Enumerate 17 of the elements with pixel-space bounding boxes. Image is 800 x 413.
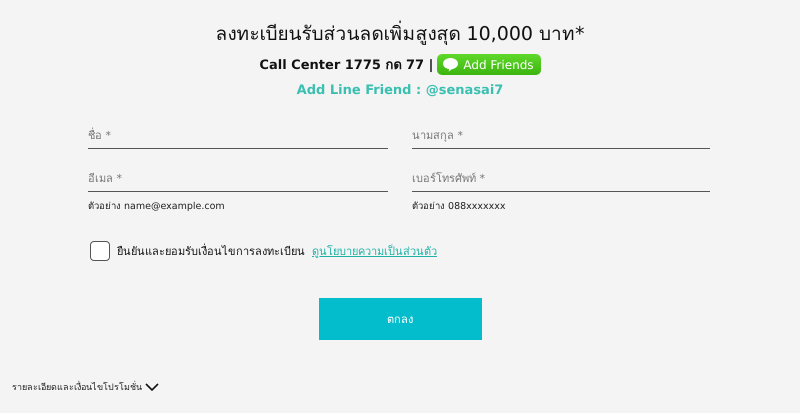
input-field[interactable]: ชื่อ * [88, 120, 388, 149]
line-friend-text: Add Line Friend : @senasai7 [296, 83, 504, 98]
privacy-link[interactable]: ดูนโยบายความเป็นส่วนตัว [312, 242, 437, 260]
terms-toggle[interactable]: รายละเอียดและเงื่อนไขโปรโมชั่น [12, 380, 142, 394]
call-center-text: Call Center 1775 กด 77 | [259, 57, 434, 75]
field-hint: ตัวอย่าง 088xxxxxxx [412, 200, 507, 213]
chat-bubble-icon [442, 57, 460, 72]
field-hint: ตัวอย่าง name@example.com [88, 200, 226, 213]
page-title: ลงทะเบียนรับส่วนลดเพิ่มสูงสุด 10,000 บาท* [215, 18, 585, 48]
consent-checkbox[interactable] [90, 241, 110, 261]
add-friends-button[interactable]: Add Friends [437, 54, 541, 75]
consent-text: ยืนยันและยอมรับเงื่อนไขการลงทะเบียน [117, 242, 305, 260]
input-field[interactable]: เบอร์โทรศัพท์ * [412, 163, 710, 192]
chevron-icon[interactable] [145, 382, 159, 392]
input-field[interactable]: อีเมล * [88, 163, 388, 192]
submit-button[interactable]: ตกลง [318, 298, 482, 340]
input-field[interactable]: นามสกุล * [412, 120, 710, 149]
